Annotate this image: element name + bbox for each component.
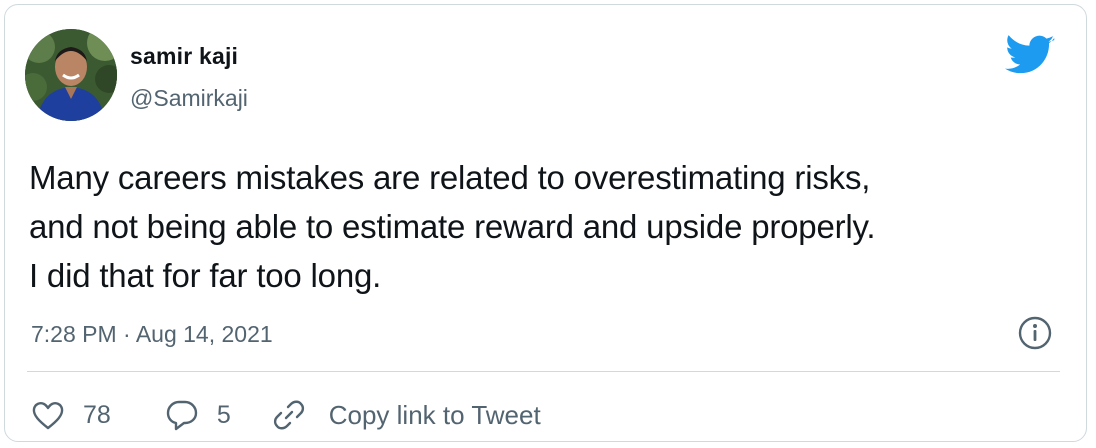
author-name[interactable]: samir kaji <box>130 43 238 70</box>
tweet-card[interactable]: samir kaji @Samirkaji Many careers mista… <box>4 4 1087 442</box>
like-button[interactable]: 78 <box>31 399 111 431</box>
author-handle[interactable]: @Samirkaji <box>130 85 248 112</box>
tweet-text-line: and not being able to estimate reward an… <box>29 208 876 245</box>
tweet-actions: 78 5 Copy link to Tweet <box>31 393 541 437</box>
speech-bubble-icon <box>166 400 198 431</box>
reply-button[interactable]: 5 <box>165 398 231 432</box>
like-count: 78 <box>83 400 111 429</box>
avatar-photo <box>25 29 117 121</box>
copy-link-button[interactable]: Copy link to Tweet <box>271 397 541 433</box>
tweet-text: Many careers mistakes are related to ove… <box>29 153 1069 300</box>
tweet-text-line: I did that for far too long. <box>29 257 382 294</box>
copy-link-label: Copy link to Tweet <box>328 399 541 430</box>
reply-count: 5 <box>216 400 231 429</box>
link-icon <box>273 400 304 430</box>
tweet-timestamp[interactable]: 7:28 PM · Aug 14, 2021 <box>31 321 273 348</box>
info-icon[interactable] <box>1017 315 1053 351</box>
tweet-text-line: Many careers mistakes are related to ove… <box>29 159 871 196</box>
avatar[interactable] <box>25 29 117 121</box>
twitter-bird-icon[interactable] <box>1005 35 1055 77</box>
divider <box>27 371 1060 372</box>
heart-icon <box>32 402 64 430</box>
